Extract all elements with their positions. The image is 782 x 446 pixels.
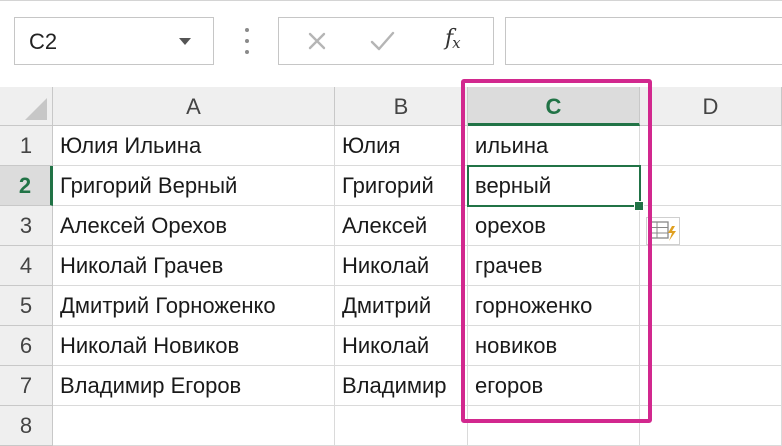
row-header-5[interactable]: 5 bbox=[0, 286, 53, 326]
cell-b6[interactable]: Николай bbox=[335, 326, 468, 366]
cell-d2[interactable] bbox=[640, 166, 782, 206]
cell-b5[interactable]: Дмитрий bbox=[335, 286, 468, 326]
name-box[interactable]: C2 bbox=[14, 17, 214, 65]
row-header-3[interactable]: 3 bbox=[0, 206, 53, 246]
fill-handle[interactable] bbox=[634, 201, 644, 211]
cell-b1[interactable]: Юлия bbox=[335, 126, 468, 166]
cell-a2[interactable]: Григорий Верный bbox=[53, 166, 335, 206]
cell-b8[interactable] bbox=[335, 406, 468, 446]
cell-d4[interactable] bbox=[640, 246, 782, 286]
x-icon[interactable] bbox=[303, 27, 331, 55]
cell-c7[interactable]: егоров bbox=[468, 366, 640, 406]
column-header-d[interactable]: D bbox=[640, 87, 782, 126]
row-header-4[interactable]: 4 bbox=[0, 246, 53, 286]
cell-d5[interactable] bbox=[640, 286, 782, 326]
cell-c1[interactable]: ильина bbox=[468, 126, 640, 166]
row-header-8[interactable]: 8 bbox=[0, 406, 53, 446]
chevron-down-icon[interactable] bbox=[179, 38, 191, 45]
row-header-2[interactable]: 2 bbox=[0, 166, 53, 206]
row-header-7[interactable]: 7 bbox=[0, 366, 53, 406]
cell-c4[interactable]: грачев bbox=[468, 246, 640, 286]
cell-b7[interactable]: Владимир bbox=[335, 366, 468, 406]
formula-bar-area: C2 fx bbox=[0, 0, 782, 78]
cell-b4[interactable]: Николай bbox=[335, 246, 468, 286]
formula-buttons: fx bbox=[278, 17, 494, 65]
cell-c3[interactable]: орехов bbox=[468, 206, 640, 246]
cell-d6[interactable] bbox=[640, 326, 782, 366]
cell-d1[interactable] bbox=[640, 126, 782, 166]
cell-b2[interactable]: Григорий bbox=[335, 166, 468, 206]
cell-b3[interactable]: Алексей bbox=[335, 206, 468, 246]
cell-a5[interactable]: Дмитрий Горноженко bbox=[53, 286, 335, 326]
cell-a6[interactable]: Николай Новиков bbox=[53, 326, 335, 366]
cell-c2[interactable]: верный bbox=[468, 166, 640, 206]
vertical-dots-icon[interactable] bbox=[244, 26, 250, 56]
select-all-corner[interactable] bbox=[0, 87, 53, 126]
cell-c8[interactable] bbox=[468, 406, 640, 446]
cell-d8[interactable] bbox=[640, 406, 782, 446]
column-header-b[interactable]: B bbox=[335, 87, 468, 126]
cell-a1[interactable]: Юлия Ильина bbox=[53, 126, 335, 166]
select-all-triangle-icon bbox=[25, 98, 47, 120]
worksheet-grid: A B C D 1 Юлия Ильина Юлия ильина 2 Григорий … bbox=[0, 87, 782, 446]
column-header-a[interactable]: A bbox=[53, 87, 335, 126]
flash-fill-options-icon[interactable] bbox=[646, 217, 680, 245]
top-border bbox=[0, 0, 782, 1]
column-header-c[interactable]: C bbox=[468, 87, 640, 126]
checkmark-icon[interactable] bbox=[367, 27, 397, 55]
name-box-value: C2 bbox=[29, 29, 58, 54]
cell-a3[interactable]: Алексей Орехов bbox=[53, 206, 335, 246]
fx-icon[interactable]: fx bbox=[445, 26, 481, 56]
cell-c6[interactable]: новиков bbox=[468, 326, 640, 366]
fx-icon-x: x bbox=[452, 34, 461, 52]
cell-d7[interactable] bbox=[640, 366, 782, 406]
row-header-6[interactable]: 6 bbox=[0, 326, 53, 366]
cell-a4[interactable]: Николай Грачев bbox=[53, 246, 335, 286]
formula-input[interactable] bbox=[505, 17, 782, 65]
row-header-1[interactable]: 1 bbox=[0, 126, 53, 166]
cell-c5[interactable]: горноженко bbox=[468, 286, 640, 326]
cell-a8[interactable] bbox=[53, 406, 335, 446]
cell-a7[interactable]: Владимир Егоров bbox=[53, 366, 335, 406]
